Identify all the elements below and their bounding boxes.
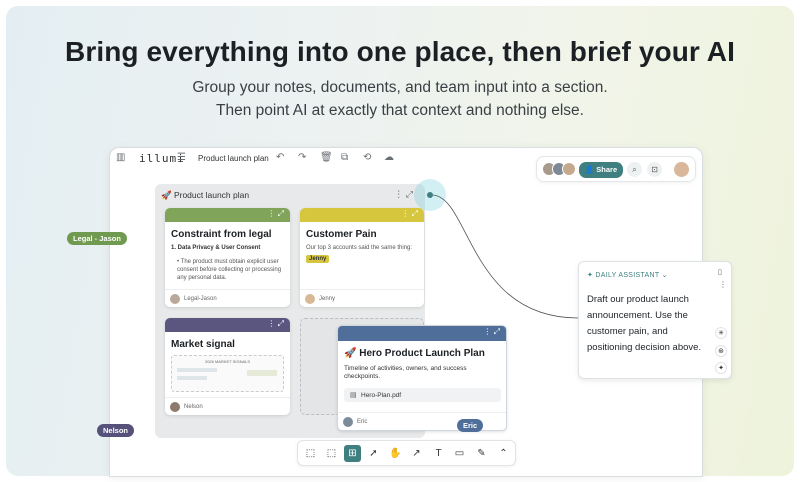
pen-icon[interactable]: ✎	[473, 445, 490, 462]
search-icon[interactable]: ⌕	[627, 162, 642, 177]
card-body-text: The product must obtain explicit user co…	[177, 259, 282, 281]
openai-icon[interactable]: ⊛	[715, 345, 727, 357]
card-title-text: Hero Product Launch Plan	[359, 348, 485, 359]
thumbnail-title: 2026 MARKET SIGNALS	[204, 359, 251, 364]
focus-icon[interactable]: ⊡	[647, 162, 662, 177]
zoom-select-icon[interactable]: ⬚	[302, 445, 319, 462]
cloud-icon[interactable]: ☁	[384, 152, 394, 163]
eric-badge: Eric	[457, 419, 484, 432]
chevron-up-icon[interactable]: ⌃	[495, 445, 512, 462]
thumbnail-bar	[177, 376, 207, 380]
author-name: Eric	[357, 419, 368, 425]
arrow-icon[interactable]: ↗	[408, 445, 425, 462]
undo-icon[interactable]: ↶	[276, 152, 284, 163]
ai-section-icon[interactable]: ⊞	[344, 445, 361, 462]
daily-assistant-panel[interactable]: ✦ DAILY ASSISTANT ⌄ ▯ ⋮ Draft our produc…	[578, 261, 732, 379]
card-menu-icon[interactable]: ⋮ ⤢	[483, 327, 500, 337]
copy-icon[interactable]: ⧉	[341, 152, 348, 163]
author-avatar	[343, 417, 353, 427]
card-body: Our top 3 accounts said the same thing:	[306, 245, 413, 251]
assistant-label[interactable]: ✦ DAILY ASSISTANT ⌄	[587, 271, 668, 279]
assistant-prompt[interactable]: Draft our product launch announcement. U…	[587, 292, 712, 356]
market-signal-card[interactable]: ⋮ ⤢ Market signal 2026 MARKET SIGNALS Ne…	[165, 318, 290, 415]
author-name: Jenny	[319, 296, 336, 302]
connector-line	[414, 179, 579, 319]
hand-icon[interactable]: ✋	[387, 445, 404, 462]
file-attachment[interactable]: ▤ Hero-Plan.pdf	[344, 388, 501, 402]
avatar	[562, 162, 576, 176]
redo-icon[interactable]: ↷	[298, 152, 306, 163]
subheadline-1: Group your notes, documents, and team in…	[192, 79, 608, 96]
thumbnail-bar	[177, 368, 217, 372]
zoom-area-icon[interactable]: ⬚	[323, 445, 340, 462]
mention-tag: Jenny	[306, 255, 330, 263]
section-title-text: Product launch plan	[173, 190, 250, 200]
user-avatar[interactable]	[673, 161, 690, 178]
share-button[interactable]: 👤 Share	[579, 162, 623, 178]
text-icon[interactable]: T	[430, 445, 447, 462]
card-body: • The product must obtain explicit user …	[177, 259, 282, 281]
more-icon[interactable]: ⋮	[719, 280, 727, 289]
card-subtitle: 1. Data Privacy & User Consent	[171, 245, 261, 251]
headline: Bring everything into one place, then br…	[65, 36, 735, 67]
author-avatar	[170, 294, 180, 304]
customer-pain-card[interactable]: ⋮ ⤢ Customer Pain Our top 3 accounts sai…	[300, 208, 424, 307]
file-name: Hero-Plan.pdf	[361, 392, 402, 399]
star-icon[interactable]: ✦	[715, 362, 727, 374]
author-name: Legal-Jason	[184, 296, 217, 302]
hero-plan-card[interactable]: ⋮ ⤢ 🚀 Hero Product Launch Plan Timeline …	[337, 325, 507, 431]
card-title: Customer Pain	[306, 229, 377, 240]
sparkle-icon[interactable]: ✳	[715, 327, 727, 339]
card-title: Market signal	[171, 339, 235, 350]
sidebar-icon[interactable]: ▥	[116, 152, 125, 163]
market-thumbnail: 2026 MARKET SIGNALS	[171, 355, 284, 392]
card-header: ⋮ ⤢	[300, 208, 424, 222]
file-icon: ▤	[350, 392, 357, 399]
section-title: 🚀 Product launch plan	[161, 190, 250, 200]
author-name: Nelson	[184, 404, 203, 410]
card-title: 🚀 Hero Product Launch Plan	[344, 348, 485, 359]
card-header: ⋮ ⤢	[338, 326, 506, 341]
document-title[interactable]: Product launch plan	[198, 154, 269, 163]
card-header: ⋮ ⤢	[165, 318, 290, 332]
author-avatar	[305, 294, 315, 304]
card-footer: Jenny	[300, 289, 424, 307]
canvas-toolbar: ⬚ ⬚ ⊞ ➚ ✋ ↗ T ▭ ✎ ⌃	[297, 440, 516, 466]
card-title: Constraint from legal	[171, 229, 272, 240]
history-icon[interactable]: ⟲	[363, 152, 371, 163]
card-header: ⋮ ⤢	[165, 208, 290, 222]
connector-path	[432, 194, 579, 319]
pointer-icon[interactable]: ➚	[365, 445, 382, 462]
trash-icon[interactable]: 🗑	[320, 152, 333, 163]
panel-icon[interactable]: ▯	[718, 268, 722, 276]
legal-jason-badge: Legal - Jason	[67, 232, 127, 245]
legal-card[interactable]: ⋮ ⤢ Constraint from legal 1. Data Privac…	[165, 208, 290, 307]
card-footer: Legal-Jason	[165, 289, 290, 307]
thumbnail-bar	[247, 370, 277, 376]
nelson-badge: Nelson	[97, 424, 135, 437]
connector-handle	[427, 192, 433, 198]
card-body: Timeline of activities, owners, and succ…	[344, 365, 467, 380]
card-menu-icon[interactable]: ⋮ ⤢	[267, 209, 284, 219]
sticky-note-icon[interactable]: ▭	[451, 445, 468, 462]
card-menu-icon[interactable]: ⋮ ⤢	[267, 319, 284, 329]
menu-icon[interactable]: ☰	[177, 152, 186, 163]
card-footer: Nelson	[165, 397, 290, 415]
assistant-label-text: DAILY ASSISTANT	[595, 272, 660, 279]
subheadline-2: Then point AI at exactly that context an…	[216, 102, 584, 119]
share-label: Share	[596, 165, 618, 174]
author-avatar	[170, 402, 180, 412]
